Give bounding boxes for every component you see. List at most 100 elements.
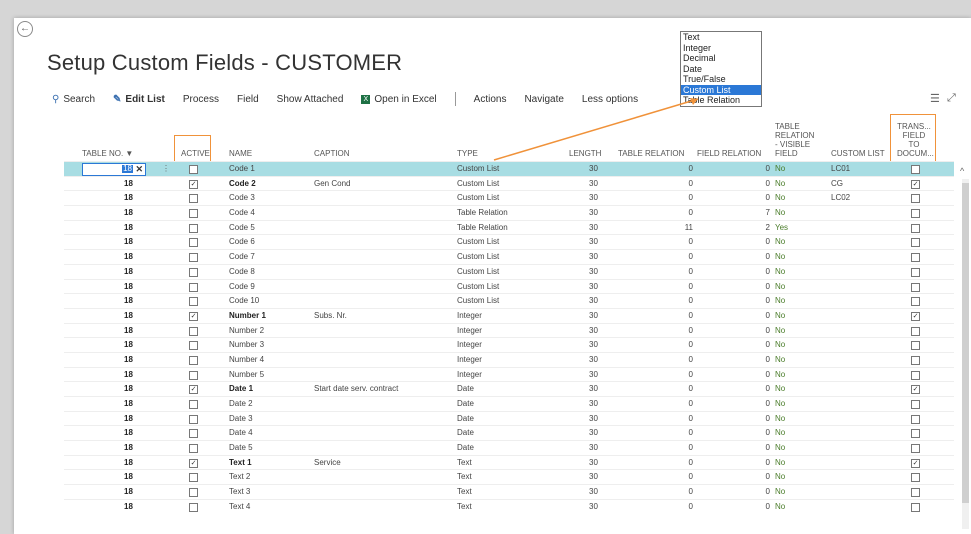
transfer-checkbox[interactable] [911,488,920,498]
vertical-scrollbar[interactable] [962,179,969,529]
collapse-icon[interactable]: ⤢ [947,92,956,105]
col-table-relation[interactable]: TABLE RELATION [618,149,684,158]
table-row[interactable]: 18 Date 5 Date 30 0 0 No [64,440,954,455]
transfer-checkbox[interactable] [911,444,920,454]
transfer-checkbox[interactable]: ✓ [911,385,920,395]
transfer-checkbox[interactable] [911,429,920,439]
cell-type[interactable]: Custom List [457,235,499,249]
active-checkbox[interactable] [189,355,198,365]
cell-type[interactable]: Integer [457,309,482,323]
dropdown-option[interactable]: Date [681,64,761,75]
dropdown-option[interactable]: True/False [681,74,761,85]
dropdown-option[interactable]: Table Relation [681,95,761,106]
col-type[interactable]: TYPE [457,149,478,158]
cell-type[interactable]: Custom List [457,280,499,294]
table-row[interactable]: 18 Date 2 Date 30 0 0 No [64,396,954,411]
col-table-no[interactable]: TABLE NO. ▼ [82,149,133,158]
active-checkbox[interactable] [189,223,198,233]
active-checkbox[interactable] [189,282,198,292]
table-row[interactable]: 18 Date 3 Date 30 0 0 No [64,410,954,426]
table-row[interactable]: 18 Text 4 Text 30 0 0 No [64,498,954,514]
cell-type[interactable]: Text [457,500,472,514]
less-options-button[interactable]: Less options [582,94,638,105]
navigate-menu[interactable]: Navigate [524,94,563,105]
cell-type[interactable]: Custom List [457,250,499,264]
cell-type[interactable]: Date [457,426,474,440]
active-checkbox[interactable] [189,429,198,439]
active-checkbox[interactable]: ✓ [189,179,198,189]
cell-type[interactable]: Text [457,456,472,470]
table-row[interactable]: 18 Number 3 Integer 30 0 0 No [64,337,954,352]
cell-type[interactable]: Integer [457,368,482,382]
active-checkbox[interactable] [189,444,198,454]
col-field-relation[interactable]: FIELD RELATION [697,149,761,158]
open-in-excel-button[interactable]: X Open in Excel [361,94,437,105]
table-row[interactable]: 18 ✓ Code 2 Gen Cond Custom List 30 0 0 No CG ✓ [64,175,954,191]
table-row[interactable]: 18 ✓ Text 1 Service Text 30 0 0 No ✓ [64,454,954,470]
table-row[interactable]: 18 Code 5 Table Relation 30 11 2 Yes [64,219,954,235]
transfer-checkbox[interactable] [911,194,920,204]
table-row[interactable]: 18 Text 3 Text 30 0 0 No [64,484,954,499]
transfer-checkbox[interactable] [911,209,920,219]
dropdown-option[interactable]: Integer [681,43,761,54]
active-checkbox[interactable] [189,209,198,219]
active-checkbox[interactable]: ✓ [189,458,198,468]
transfer-checkbox[interactable] [911,165,920,174]
transfer-checkbox[interactable] [911,355,920,365]
table-row[interactable]: 18 ✓ Date 1 Start date serv. contract Date 30… [64,381,954,396]
cell-type[interactable]: Custom List [457,265,499,279]
dropdown-option[interactable]: Text [681,32,761,43]
table-row[interactable]: 18 Code 9 Custom List 30 0 0 No [64,278,954,294]
cell-type[interactable]: Integer [457,338,482,352]
search-button[interactable]: ⚲ Search [52,94,95,105]
cell-type[interactable]: Date [457,412,474,426]
transfer-checkbox[interactable] [911,253,920,263]
show-attached-button[interactable]: Show Attached [277,94,344,105]
transfer-checkbox[interactable] [911,282,920,292]
row-menu-icon[interactable]: ⋮ [162,162,170,176]
scroll-up-icon[interactable]: ^ [960,166,964,176]
active-checkbox[interactable] [189,502,198,512]
transfer-checkbox[interactable] [911,341,920,351]
transfer-checkbox[interactable] [911,414,920,424]
active-checkbox[interactable] [189,488,198,498]
clear-icon[interactable]: ✕ [135,164,143,174]
table-row[interactable]: 18 Code 3 Custom List 30 0 0 No LC02 [64,190,954,205]
active-checkbox[interactable] [189,267,198,277]
transfer-checkbox[interactable] [911,326,920,336]
cell-type[interactable]: Custom List [457,177,499,191]
transfer-checkbox[interactable] [911,238,920,248]
table-row[interactable]: 18 Number 5 Integer 30 0 0 No [64,366,954,382]
active-checkbox[interactable] [189,297,198,307]
active-checkbox[interactable] [189,473,198,483]
transfer-checkbox[interactable] [911,223,920,233]
cell-type[interactable]: Table Relation [457,221,508,235]
actions-menu[interactable]: Actions [474,94,507,105]
col-visible-field[interactable]: TABLE RELATION - VISIBLE FIELD [775,122,814,158]
col-length[interactable]: LENGTH [569,149,601,158]
table-row[interactable]: 18 Code 10 Custom List 30 0 0 No [64,293,954,308]
edit-list-button[interactable]: ✎ Edit List [113,94,165,105]
active-checkbox[interactable] [189,370,198,380]
active-checkbox[interactable] [189,165,198,174]
active-checkbox[interactable] [189,341,198,351]
active-checkbox[interactable] [189,414,198,424]
transfer-checkbox[interactable]: ✓ [911,311,920,321]
cell-type[interactable]: Date [457,441,474,455]
table-row[interactable]: 18 Code 7 Custom List 30 0 0 No [64,249,954,264]
active-checkbox[interactable] [189,400,198,409]
table-row[interactable]: 18 Date 4 Date 30 0 0 No [64,425,954,440]
cell-type[interactable]: Date [457,397,474,411]
transfer-checkbox[interactable] [911,297,920,307]
table-row[interactable]: 18 ✕ ⋮ Code 1 Custom List 30 0 0 No LC01 [64,161,954,176]
dropdown-option-selected[interactable]: Custom List [681,84,761,95]
type-dropdown-list[interactable]: Text Integer Decimal Date True/False Cus… [680,31,762,107]
field-menu[interactable]: Field [237,94,259,105]
transfer-checkbox[interactable]: ✓ [911,179,920,189]
cell-type[interactable]: Table Relation [457,206,508,220]
cell-type[interactable]: Integer [457,324,482,338]
active-checkbox[interactable] [189,194,198,204]
transfer-checkbox[interactable] [911,400,920,409]
cell-type[interactable]: Text [457,485,472,499]
active-checkbox[interactable] [189,253,198,263]
